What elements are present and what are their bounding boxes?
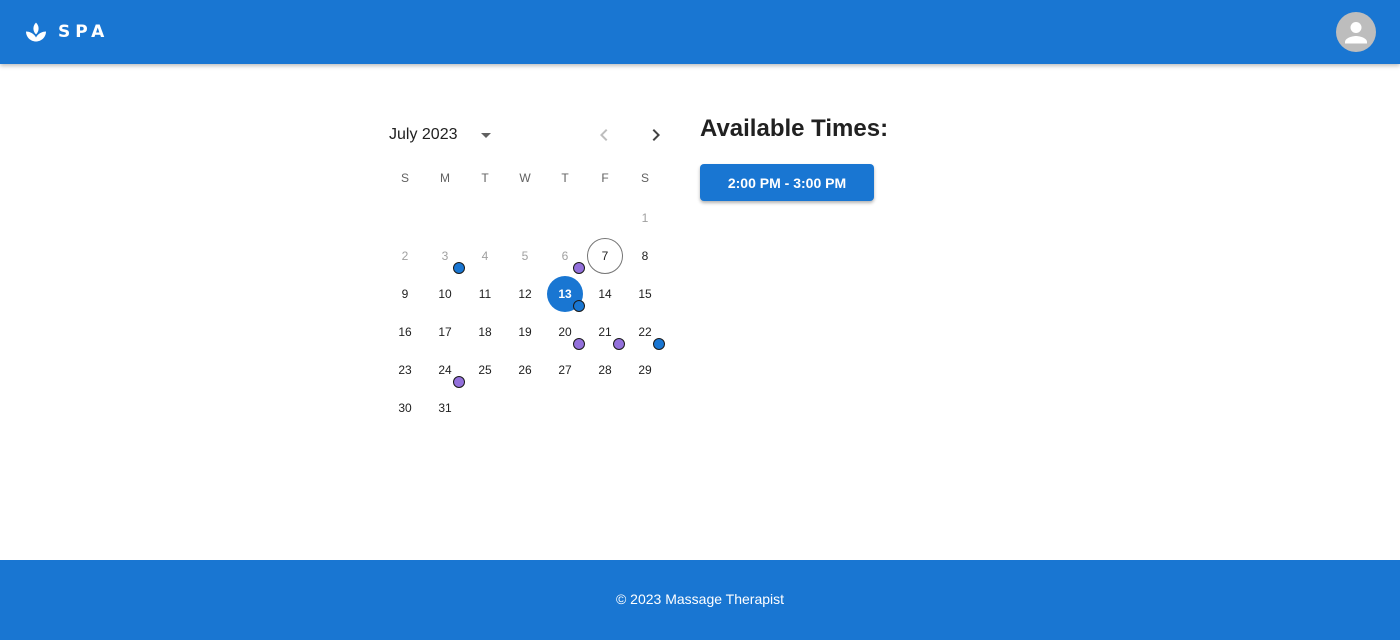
app-bar: SPA bbox=[0, 0, 1400, 64]
calendar-cell: 27 bbox=[545, 338, 585, 389]
calendar-cell: 2 bbox=[385, 237, 425, 275]
calendar-day[interactable]: 10 bbox=[427, 276, 463, 312]
calendar-cell: 19 bbox=[505, 313, 545, 351]
next-month-button[interactable] bbox=[644, 123, 668, 147]
month-label: July 2023 bbox=[389, 126, 458, 143]
calendar-day[interactable]: 26 bbox=[507, 352, 543, 388]
weekday-label: S bbox=[400, 171, 409, 185]
calendar-day[interactable]: 31 bbox=[427, 390, 463, 426]
appointment-indicator-dot bbox=[453, 376, 465, 388]
calendar-day[interactable]: 19 bbox=[507, 314, 543, 350]
calendar-day[interactable]: 30 bbox=[387, 390, 423, 426]
calendar-cell: 5 bbox=[505, 237, 545, 275]
calendar-day[interactable]: 18 bbox=[467, 314, 503, 350]
calendar-cell: 17 bbox=[425, 313, 465, 351]
calendar-cell: 11 bbox=[465, 275, 505, 313]
calendar-day[interactable]: 15 bbox=[627, 276, 663, 312]
calendar-day[interactable]: 12 bbox=[507, 276, 543, 312]
weekday-label: F bbox=[601, 171, 609, 185]
calendar-day-today[interactable]: 7 bbox=[587, 238, 623, 274]
calendar-day: 4 bbox=[481, 249, 489, 263]
calendar-cell bbox=[585, 389, 625, 427]
calendar-cell: 28 bbox=[585, 338, 625, 389]
calendar-cell: 12 bbox=[505, 275, 545, 313]
calendar-week: 2345678 bbox=[385, 237, 665, 275]
calendar-cell: 14 bbox=[585, 275, 625, 313]
calendar-cell: 23 bbox=[385, 351, 425, 389]
calendar-cell: 16 bbox=[385, 313, 425, 351]
calendar-day[interactable]: 8 bbox=[627, 238, 663, 274]
appointment-indicator-dot bbox=[453, 262, 465, 274]
calendar-day: 5 bbox=[521, 249, 529, 263]
calendar-cell: 18 bbox=[465, 313, 505, 351]
calendar-cell bbox=[385, 199, 425, 237]
appointment-indicator-dot bbox=[573, 262, 585, 274]
calendar-cell: 25 bbox=[465, 351, 505, 389]
calendar-cell bbox=[545, 389, 585, 427]
appointment-indicator-dot bbox=[613, 338, 625, 350]
previous-month-button[interactable] bbox=[592, 123, 616, 147]
calendar-week: 30 31 bbox=[385, 376, 665, 427]
calendar-cell: 26 bbox=[505, 351, 545, 389]
calendar-week: 9 10 11 12 13 14 15 bbox=[385, 262, 665, 313]
chevron-right-icon bbox=[652, 129, 660, 141]
calendar-cell: 30 bbox=[385, 389, 425, 427]
lotus-icon bbox=[26, 22, 46, 42]
calendar-cell: 1 bbox=[625, 199, 665, 237]
person-icon bbox=[1345, 22, 1367, 44]
avatar[interactable] bbox=[1336, 12, 1376, 52]
weekday-header: SMTWTFS bbox=[385, 168, 665, 188]
calendar-day[interactable]: 27 bbox=[547, 352, 583, 388]
weekday-label: S bbox=[640, 171, 649, 185]
day-grid: 1 2 3 4 5 6 7 8 9 10 11 12 13 14 15 16 17 18 19 20 21 22 23 24 2… bbox=[385, 199, 665, 427]
calendar-cell bbox=[465, 389, 505, 427]
calendar-day: 2 bbox=[401, 249, 409, 263]
calendar-day[interactable]: 11 bbox=[467, 276, 503, 312]
weekday-label: W bbox=[519, 171, 531, 185]
calendar-week: 1 bbox=[385, 199, 665, 237]
calendar-cell bbox=[465, 199, 505, 237]
calendar-day[interactable]: 23 bbox=[387, 352, 423, 388]
calendar-day[interactable]: 14 bbox=[587, 276, 623, 312]
calendar-cell bbox=[545, 199, 585, 237]
calendar-cell: 4 bbox=[465, 237, 505, 275]
footer: © 2023 Massage Therapist bbox=[0, 560, 1400, 640]
appointment-indicator-dot bbox=[573, 300, 585, 312]
calendar-cell: 7 bbox=[585, 237, 625, 275]
calendar-day[interactable]: 25 bbox=[467, 352, 503, 388]
weekday-label: T bbox=[561, 171, 569, 185]
calendar-cell bbox=[625, 389, 665, 427]
calendar-cell: 8 bbox=[625, 237, 665, 275]
available-times-title: Available Times: bbox=[700, 115, 889, 142]
calendar-day[interactable]: 28 bbox=[587, 352, 623, 388]
calendar-cell bbox=[425, 199, 465, 237]
weekday-label: T bbox=[481, 171, 489, 185]
calendar-day[interactable]: 29 bbox=[627, 352, 663, 388]
month-dropdown-button[interactable] bbox=[474, 123, 498, 147]
calendar-cell: 29 bbox=[625, 338, 665, 389]
caret-down-icon bbox=[480, 133, 491, 138]
calendar-cell: 15 bbox=[625, 275, 665, 313]
weekday-label: M bbox=[440, 171, 450, 185]
calendar-cell bbox=[505, 199, 545, 237]
appointment-indicator-dot bbox=[573, 338, 585, 350]
calendar-day: 1 bbox=[641, 211, 649, 225]
calendar-cell: 9 bbox=[385, 275, 425, 313]
month-header: July 2023 bbox=[389, 122, 498, 148]
calendar-day[interactable]: 16 bbox=[387, 314, 423, 350]
footer-copyright: © 2023 Massage Therapist bbox=[615, 591, 785, 607]
time-slot-button[interactable]: 2:00 PM - 3:00 PM bbox=[700, 164, 874, 201]
calendar-cell: 10 bbox=[425, 262, 465, 313]
calendar-day[interactable]: 17 bbox=[427, 314, 463, 350]
calendar-week: 23 24 25 26 27 28 29 bbox=[385, 338, 665, 389]
calendar-day[interactable]: 9 bbox=[387, 276, 423, 312]
chevron-left-icon bbox=[600, 129, 608, 141]
logo-text: SPA bbox=[58, 22, 110, 42]
logo[interactable]: SPA bbox=[24, 20, 109, 44]
calendar-cell bbox=[505, 389, 545, 427]
calendar-cell bbox=[585, 199, 625, 237]
appointment-indicator-dot bbox=[653, 338, 665, 350]
calendar-cell: 31 bbox=[425, 376, 465, 427]
